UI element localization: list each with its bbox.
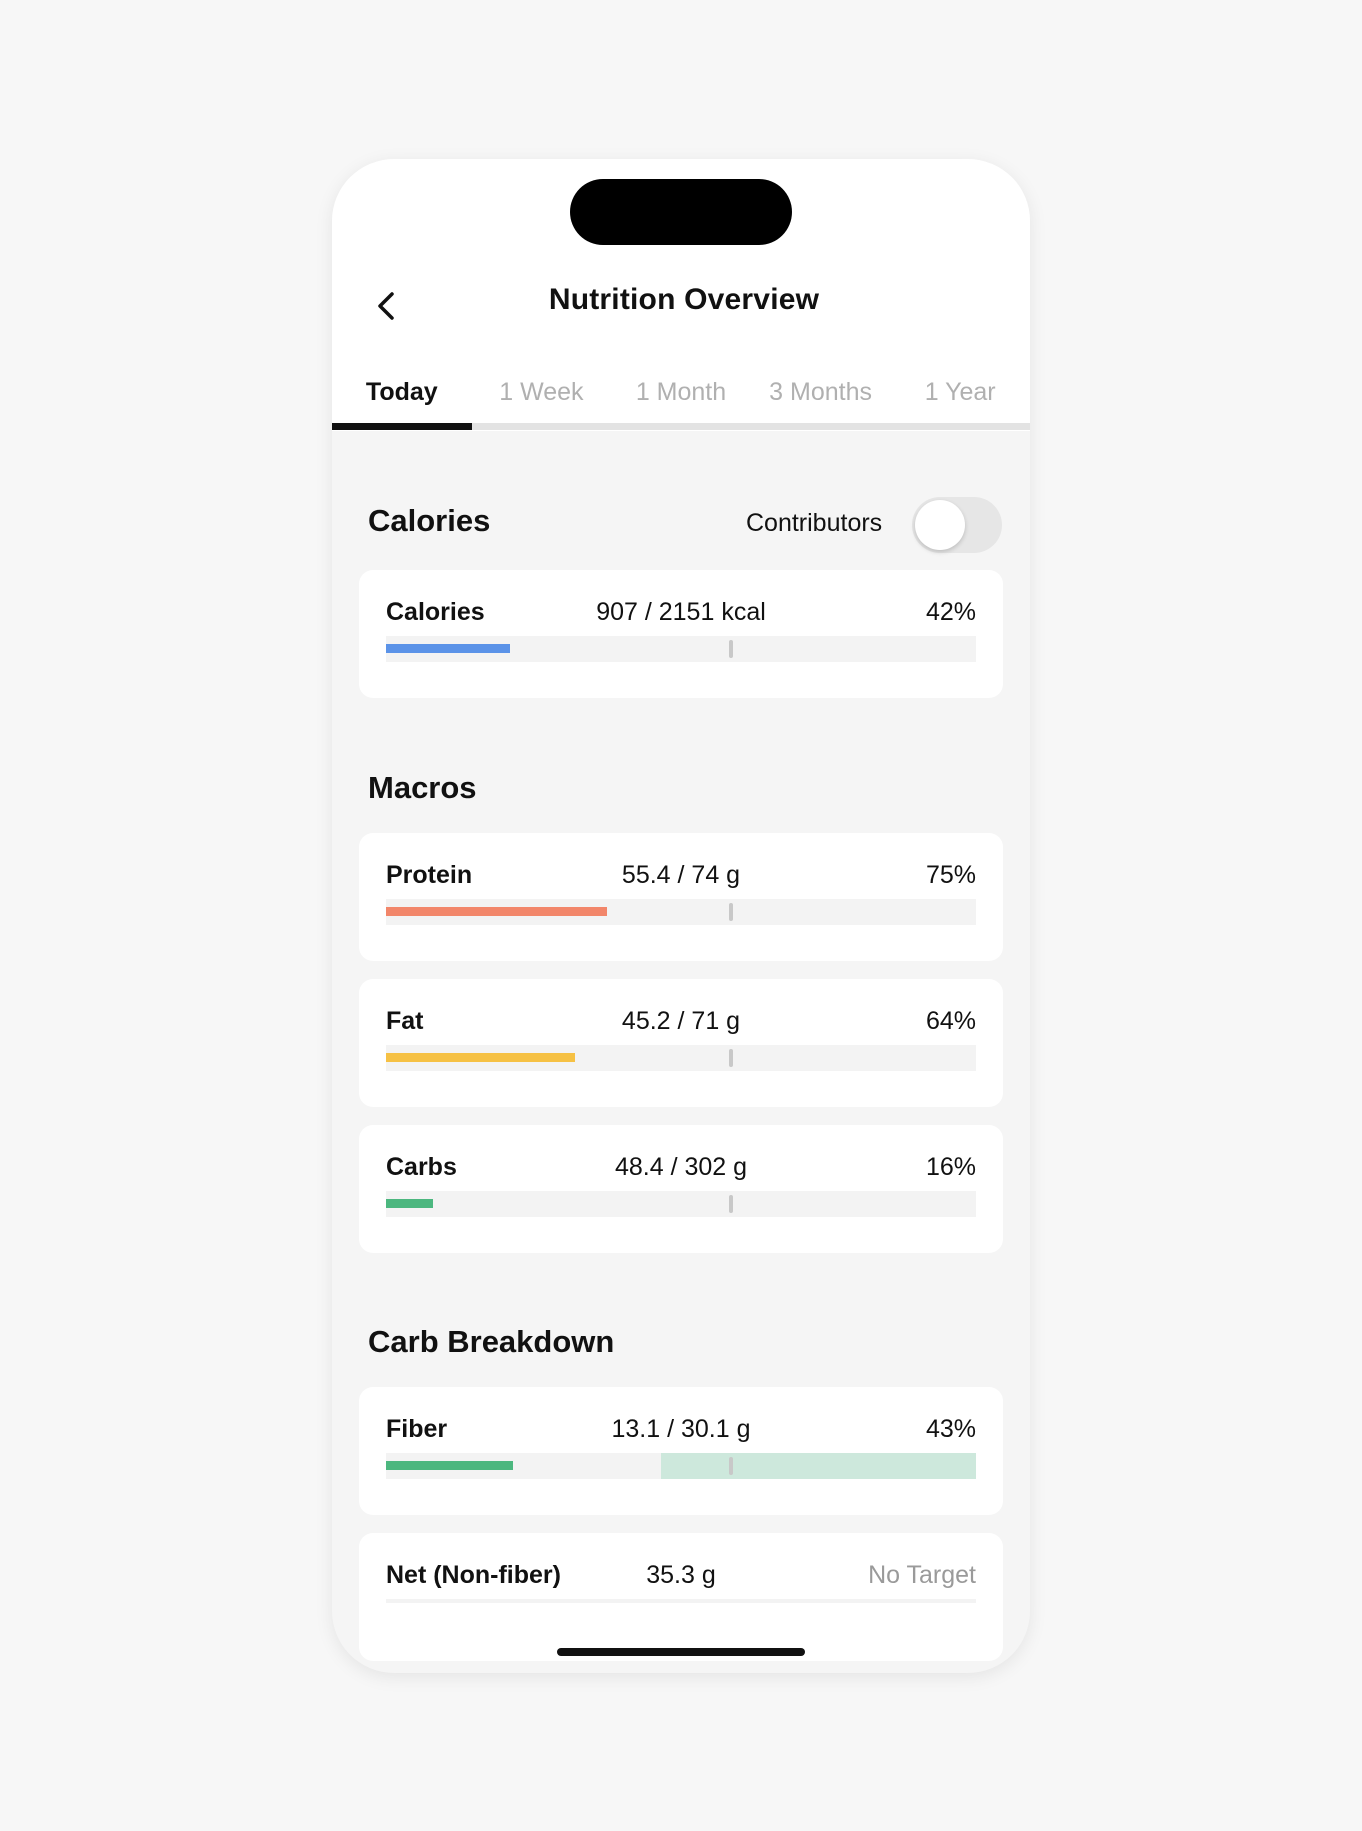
dynamic-island	[570, 179, 792, 245]
toggle-knob	[915, 500, 965, 550]
progress-fill	[386, 1461, 513, 1470]
progress-track	[386, 1599, 976, 1603]
calories-card[interactable]: Calories 907 / 2151 kcal 42%	[359, 570, 1003, 698]
fiber-card[interactable]: Fiber 13.1 / 30.1 g 43%	[359, 1387, 1003, 1515]
contributors-label: Contributors	[746, 509, 883, 537]
net-carbs-card[interactable]: Net (Non-fiber) 35.3 g No Target	[359, 1533, 1003, 1661]
tab-1-year[interactable]: 1 Year	[890, 361, 1030, 423]
nutrient-amount: 48.4 / 302 g	[614, 1153, 748, 1181]
macros-section-title: Macros	[368, 770, 477, 805]
fat-card[interactable]: Fat 45.2 / 71 g 64%	[359, 979, 1003, 1107]
target-range-band	[661, 1453, 976, 1479]
protein-card[interactable]: Protein 55.4 / 74 g 75%	[359, 833, 1003, 961]
target-marker	[729, 1457, 733, 1475]
tab-today[interactable]: Today	[332, 361, 472, 423]
nutrient-percent: 43%	[925, 1415, 976, 1443]
calories-section-title: Calories	[368, 503, 491, 538]
progress-track	[386, 1045, 976, 1071]
tab-1-month[interactable]: 1 Month	[611, 361, 751, 423]
target-marker	[729, 903, 733, 921]
nutrient-amount: 907 / 2151 kcal	[596, 598, 766, 626]
progress-fill	[386, 1199, 433, 1208]
nutrient-percent: 16%	[925, 1153, 976, 1181]
progress-fill	[386, 1053, 575, 1062]
progress-fill	[386, 644, 510, 653]
phone-frame: Nutrition Overview Today 1 Week 1 Month …	[332, 159, 1030, 1673]
tab-3-months[interactable]: 3 Months	[751, 361, 891, 423]
nutrient-amount: 13.1 / 30.1 g	[611, 1415, 751, 1443]
nutrient-percent: 75%	[925, 861, 976, 889]
period-tabs: Today 1 Week 1 Month 3 Months 1 Year	[332, 361, 1030, 423]
nutrient-amount: 55.4 / 74 g	[621, 861, 741, 889]
home-indicator[interactable]	[557, 1648, 805, 1656]
carb-breakdown-section-title: Carb Breakdown	[368, 1324, 615, 1359]
nutrient-percent: 64%	[925, 1007, 976, 1035]
progress-track	[386, 1453, 976, 1479]
progress-track	[386, 1191, 976, 1217]
carbs-card[interactable]: Carbs 48.4 / 302 g 16%	[359, 1125, 1003, 1253]
tab-active-indicator	[332, 423, 472, 430]
no-target-label: No Target	[868, 1561, 976, 1589]
progress-track	[386, 899, 976, 925]
tab-1-week[interactable]: 1 Week	[472, 361, 612, 423]
nutrient-amount: 45.2 / 71 g	[621, 1007, 741, 1035]
nutrient-percent: 42%	[925, 598, 976, 626]
progress-fill	[386, 907, 607, 916]
target-marker	[729, 640, 733, 658]
page-title: Nutrition Overview	[548, 283, 820, 316]
progress-track	[386, 636, 976, 662]
target-marker	[729, 1195, 733, 1213]
target-marker	[729, 1049, 733, 1067]
contributors-toggle[interactable]	[912, 497, 1002, 553]
